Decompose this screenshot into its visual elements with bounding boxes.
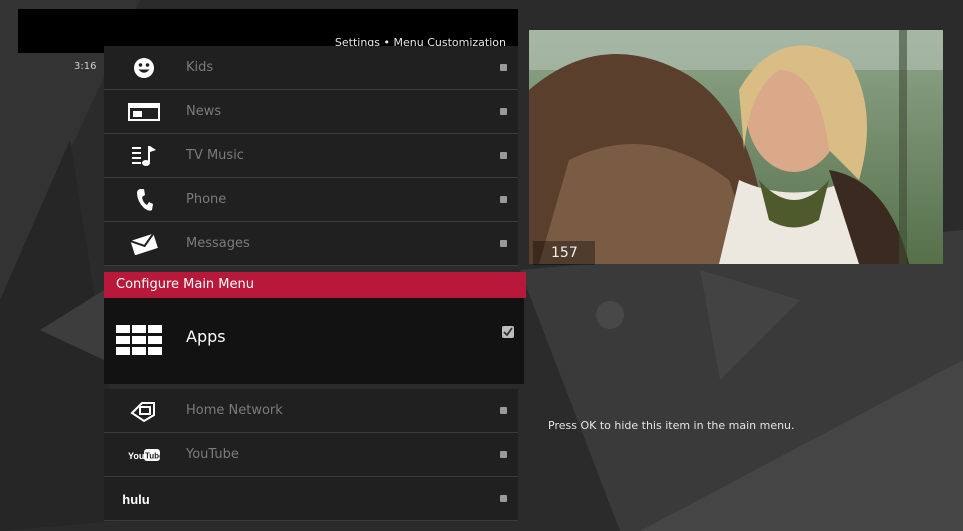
video-preview bbox=[529, 30, 943, 264]
menu-item-messages[interactable]: Messages bbox=[104, 222, 518, 266]
checkbox[interactable] bbox=[500, 495, 507, 502]
configure-main-menu-header: Configure Main Menu bbox=[104, 272, 526, 298]
menu-item-label: YouTube bbox=[186, 447, 239, 462]
svg-text:Tube: Tube bbox=[145, 452, 160, 461]
menu-item-label: Apps bbox=[186, 327, 226, 346]
menu-item-label: TV Music bbox=[186, 148, 244, 163]
menu-item-kids[interactable]: Kids bbox=[104, 46, 518, 90]
channel-number-badge: 157 bbox=[533, 241, 595, 265]
menu-item-tv-music[interactable]: TV Music bbox=[104, 134, 518, 178]
checkbox[interactable] bbox=[500, 240, 507, 247]
menu-item-label: Kids bbox=[186, 60, 214, 75]
menu-item-label: Home Network bbox=[186, 403, 283, 418]
channel-number: 157 bbox=[551, 245, 578, 261]
menu-item-phone[interactable]: Phone bbox=[104, 178, 518, 222]
checkbox-checked[interactable] bbox=[502, 326, 514, 338]
phone-icon bbox=[124, 186, 164, 214]
menu-item-hulu[interactable]: hulu bbox=[104, 477, 518, 521]
checkbox[interactable] bbox=[500, 152, 507, 159]
news-window-icon bbox=[124, 98, 164, 126]
youtube-logo-icon: YouTube bbox=[124, 441, 164, 469]
menu-item-label: Phone bbox=[186, 192, 227, 207]
smiley-icon bbox=[124, 54, 164, 82]
help-text: Press OK to hide this item in the main m… bbox=[548, 419, 795, 432]
section-title: Configure Main Menu bbox=[116, 277, 254, 292]
menu-item-label: News bbox=[186, 104, 222, 119]
menu-item-news[interactable]: News bbox=[104, 90, 518, 134]
checkbox[interactable] bbox=[500, 108, 507, 115]
video-frame bbox=[529, 30, 943, 264]
home-network-icon bbox=[124, 397, 164, 425]
clock: 3:16 bbox=[74, 61, 97, 72]
checkbox[interactable] bbox=[500, 451, 507, 458]
apps-grid-icon bbox=[116, 325, 162, 359]
svg-text:You: You bbox=[128, 451, 144, 461]
menu-item-apps-selected[interactable]: Apps bbox=[104, 298, 524, 384]
checkbox[interactable] bbox=[500, 407, 507, 414]
hulu-logo-icon: hulu bbox=[122, 491, 150, 507]
checkbox[interactable] bbox=[500, 64, 507, 71]
menu-item-home-network[interactable]: Home Network bbox=[104, 389, 518, 433]
music-note-icon bbox=[124, 142, 164, 170]
menu-item-label: Messages bbox=[186, 236, 250, 251]
envelope-icon bbox=[124, 230, 164, 258]
menu-item-youtube[interactable]: YouTube YouTube bbox=[104, 433, 518, 477]
checkbox[interactable] bbox=[500, 196, 507, 203]
